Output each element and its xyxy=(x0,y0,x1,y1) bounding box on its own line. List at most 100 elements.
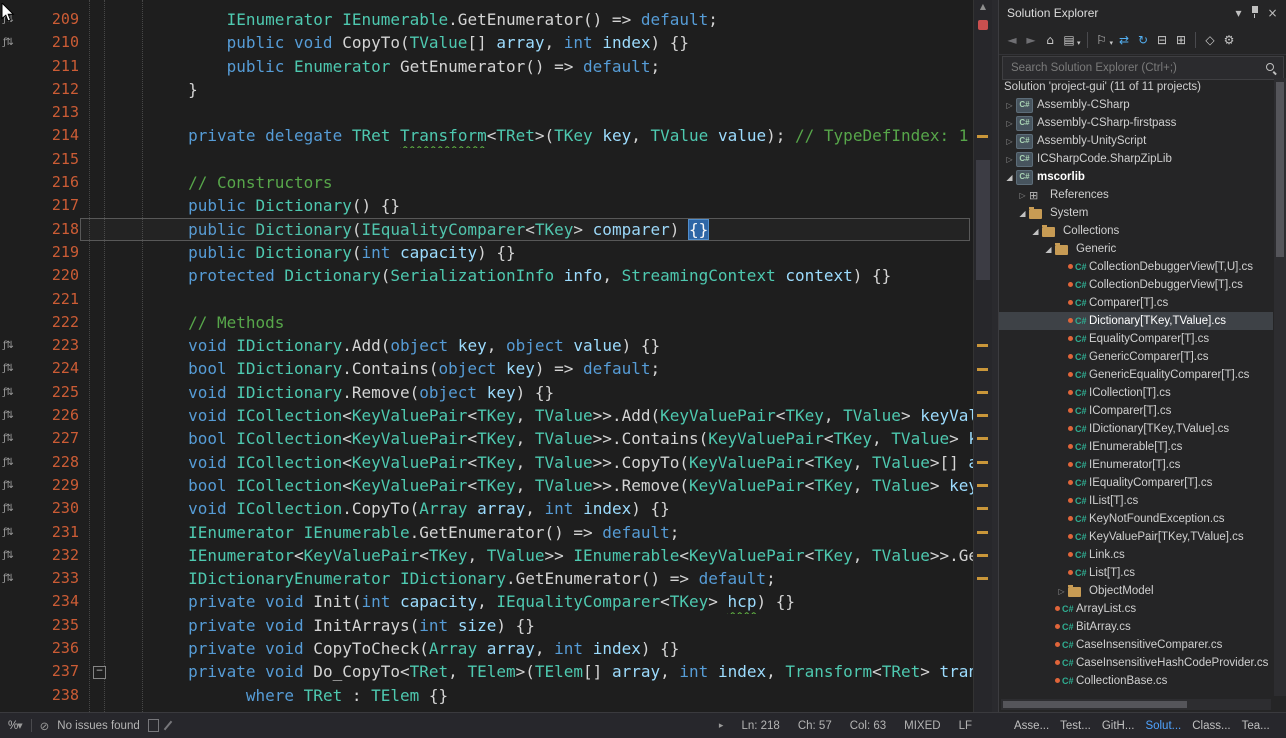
code-text[interactable]: bool ICollection<KeyValuePair<TKey, TVal… xyxy=(111,474,974,497)
code-line[interactable]: 222 // Methods xyxy=(0,311,974,334)
dropdown-caret-icon[interactable]: ▾ xyxy=(1077,39,1081,47)
code-text[interactable]: private void Init(int capacity, IEqualit… xyxy=(111,590,974,613)
back-icon[interactable]: ◄ xyxy=(1003,30,1021,50)
close-icon[interactable]: × xyxy=(1264,6,1281,20)
zoom-control[interactable]: % ▼ xyxy=(8,720,23,732)
tree-item[interactable]: C#CollectionDebuggerView[T].cs xyxy=(999,276,1273,294)
scrollbar-thumb[interactable] xyxy=(1276,82,1284,257)
tree-item[interactable]: C#Link.cs xyxy=(999,546,1273,564)
tree-item[interactable]: C#List[T].cs xyxy=(999,564,1273,582)
expander-open-icon[interactable]: ◢ xyxy=(1042,245,1055,254)
line-number[interactable]: 211 xyxy=(31,55,87,78)
line-number[interactable]: 212 xyxy=(31,78,87,101)
tree-item[interactable]: ▷C#Assembly-CSharp-firstpass xyxy=(999,114,1273,132)
code-text[interactable]: // Methods xyxy=(111,311,974,334)
line-number[interactable]: 236 xyxy=(31,637,87,660)
code-text[interactable]: IEnumerator IEnumerable.GetEnumerator() … xyxy=(111,8,974,31)
code-line[interactable]: 215 xyxy=(0,148,974,171)
tree-item[interactable]: ◢System xyxy=(999,204,1273,222)
tree-item[interactable]: ◢C#mscorlib xyxy=(999,168,1273,186)
references-indicator-icon[interactable]: ƒ⇅ xyxy=(0,404,31,427)
code-text[interactable] xyxy=(111,148,974,171)
code-text[interactable]: IEnumerator<KeyValuePair<TKey, TValue>> … xyxy=(111,544,974,567)
expander-closed-icon[interactable]: ▷ xyxy=(1003,101,1016,110)
code-line[interactable]: 211 public Enumerator GetEnumerator() =>… xyxy=(0,55,974,78)
references-indicator-icon[interactable]: ƒ⇅ xyxy=(0,427,31,450)
code-line[interactable]: ƒ⇅223 void IDictionary.Add(object key, o… xyxy=(0,334,974,357)
code-line[interactable]: 212 } xyxy=(0,78,974,101)
tree-item[interactable]: C#CaseInsensitiveHashCodeProvider.cs xyxy=(999,654,1273,672)
sync-with-active-document-icon[interactable]: ⇄ xyxy=(1115,30,1133,50)
code-line[interactable]: 214 private delegate TRet Transform<TRet… xyxy=(0,124,974,147)
tree-item[interactable]: C#IDictionary[TKey,TValue].cs xyxy=(999,420,1273,438)
code-line[interactable]: ƒ⇅209 IEnumerator IEnumerable.GetEnumera… xyxy=(0,8,974,31)
code-line[interactable]: ƒ⇅233 IDictionaryEnumerator IDictionary.… xyxy=(0,567,974,590)
panel-tab-asse[interactable]: Asse... xyxy=(1014,720,1049,732)
search-box[interactable] xyxy=(1002,56,1284,80)
code-text[interactable]: // Constructors xyxy=(111,171,974,194)
line-number[interactable]: 225 xyxy=(31,381,87,404)
chevron-down-icon[interactable]: ▼ xyxy=(17,722,22,730)
code-line[interactable]: ƒ⇅231 IEnumerator IEnumerable.GetEnumera… xyxy=(0,521,974,544)
line-number[interactable]: 230 xyxy=(31,497,87,520)
line-number[interactable]: 213 xyxy=(31,101,87,124)
expander-closed-icon[interactable]: ▷ xyxy=(1055,587,1068,596)
code-line[interactable]: 220 protected Dictionary(SerializationIn… xyxy=(0,264,974,287)
expander-closed-icon[interactable]: ▷ xyxy=(1003,119,1016,128)
code-line[interactable]: ƒ⇅224 bool IDictionary.Contains(object k… xyxy=(0,357,974,380)
code-line[interactable]: 237− private void Do_CopyTo<TRet, TElem>… xyxy=(0,660,974,683)
expander-open-icon[interactable]: ◢ xyxy=(1016,209,1029,218)
expander-open-icon[interactable]: ◢ xyxy=(1029,227,1042,236)
code-editor[interactable]: ƒ⇅209 IEnumerator IEnumerable.GetEnumera… xyxy=(0,0,992,712)
code-line[interactable]: ƒ⇅229 bool ICollection<KeyValuePair<TKey… xyxy=(0,474,974,497)
references-indicator-icon[interactable]: ƒ⇅ xyxy=(0,474,31,497)
tree-item[interactable]: ▷ObjectModel xyxy=(999,582,1273,600)
line-number[interactable]: 232 xyxy=(31,544,87,567)
tree-item[interactable]: C#GenericEqualityComparer[T].cs xyxy=(999,366,1273,384)
code-line[interactable]: 238 where TRet : TElem {} xyxy=(0,684,974,707)
tree-item[interactable]: C#CollectionDebuggerView[T,U].cs xyxy=(999,258,1273,276)
code-line[interactable]: 236 private void CopyToCheck(Array array… xyxy=(0,637,974,660)
tree-item[interactable]: C#ArrayList.cs xyxy=(999,600,1273,618)
char-indicator[interactable]: Ch: 57 xyxy=(798,720,832,732)
tree-item[interactable]: C#Dictionary[TKey,TValue].cs xyxy=(999,312,1273,330)
line-number[interactable]: 231 xyxy=(31,521,87,544)
tree-item[interactable]: C#Comparer[T].cs xyxy=(999,294,1273,312)
line-number[interactable]: 228 xyxy=(31,451,87,474)
tree-item[interactable]: C#EqualityComparer[T].cs xyxy=(999,330,1273,348)
expander-open-icon[interactable]: ◢ xyxy=(1003,173,1016,182)
line-number[interactable]: 224 xyxy=(31,357,87,380)
code-line[interactable]: ƒ⇅232 IEnumerator<KeyValuePair<TKey, TVa… xyxy=(0,544,974,567)
code-line[interactable]: ƒ⇅225 void IDictionary.Remove(object key… xyxy=(0,381,974,404)
code-text[interactable]: IDictionaryEnumerator IDictionary.GetEnu… xyxy=(111,567,974,590)
expander-closed-icon[interactable]: ▷ xyxy=(1003,155,1016,164)
tree-item[interactable]: ▷⊞References xyxy=(999,186,1273,204)
forward-icon[interactable]: ► xyxy=(1022,30,1040,50)
dropdown-caret-icon[interactable]: ▾ xyxy=(1110,39,1114,47)
tree-vertical-scrollbar[interactable] xyxy=(1274,78,1286,696)
editor-scrollbar[interactable]: ▲ xyxy=(973,0,992,712)
code-text[interactable]: bool ICollection<KeyValuePair<TKey, TVal… xyxy=(111,427,974,450)
code-line[interactable]: ƒ⇅227 bool ICollection<KeyValuePair<TKey… xyxy=(0,427,974,450)
tree-item[interactable]: C#IEqualityComparer[T].cs xyxy=(999,474,1273,492)
references-indicator-icon[interactable]: ƒ⇅ xyxy=(0,381,31,404)
line-number[interactable]: 226 xyxy=(31,404,87,427)
code-line[interactable]: ƒ⇅226 void ICollection<KeyValuePair<TKey… xyxy=(0,404,974,427)
code-line[interactable]: 221 xyxy=(0,288,974,311)
line-number[interactable]: 229 xyxy=(31,474,87,497)
collapse-icon[interactable]: − xyxy=(93,666,106,679)
line-indicator[interactable]: Ln: 218 xyxy=(741,720,779,732)
properties-icon[interactable]: ⚙ xyxy=(1220,30,1238,50)
code-text[interactable]: private delegate TRet Transform<TRet>(TK… xyxy=(111,124,974,147)
show-all-files-icon[interactable]: ⊞ xyxy=(1172,30,1190,50)
tree-item[interactable]: ▷C#ICSharpCode.SharpZipLib xyxy=(999,150,1273,168)
code-text[interactable]: public Enumerator GetEnumerator() => def… xyxy=(111,55,974,78)
scrollbar-up-arrow-icon[interactable]: ▲ xyxy=(974,2,992,11)
code-line[interactable]: 218 public Dictionary(IEqualityComparer<… xyxy=(0,218,974,241)
edit-icon[interactable] xyxy=(163,721,172,731)
tree-item[interactable]: C#IComparer[T].cs xyxy=(999,402,1273,420)
line-number[interactable]: 216 xyxy=(31,171,87,194)
expander-closed-icon[interactable]: ▷ xyxy=(1016,191,1029,200)
tree-item[interactable]: C#KeyValuePair[TKey,TValue].cs xyxy=(999,528,1273,546)
line-number[interactable]: 237 xyxy=(31,660,87,683)
